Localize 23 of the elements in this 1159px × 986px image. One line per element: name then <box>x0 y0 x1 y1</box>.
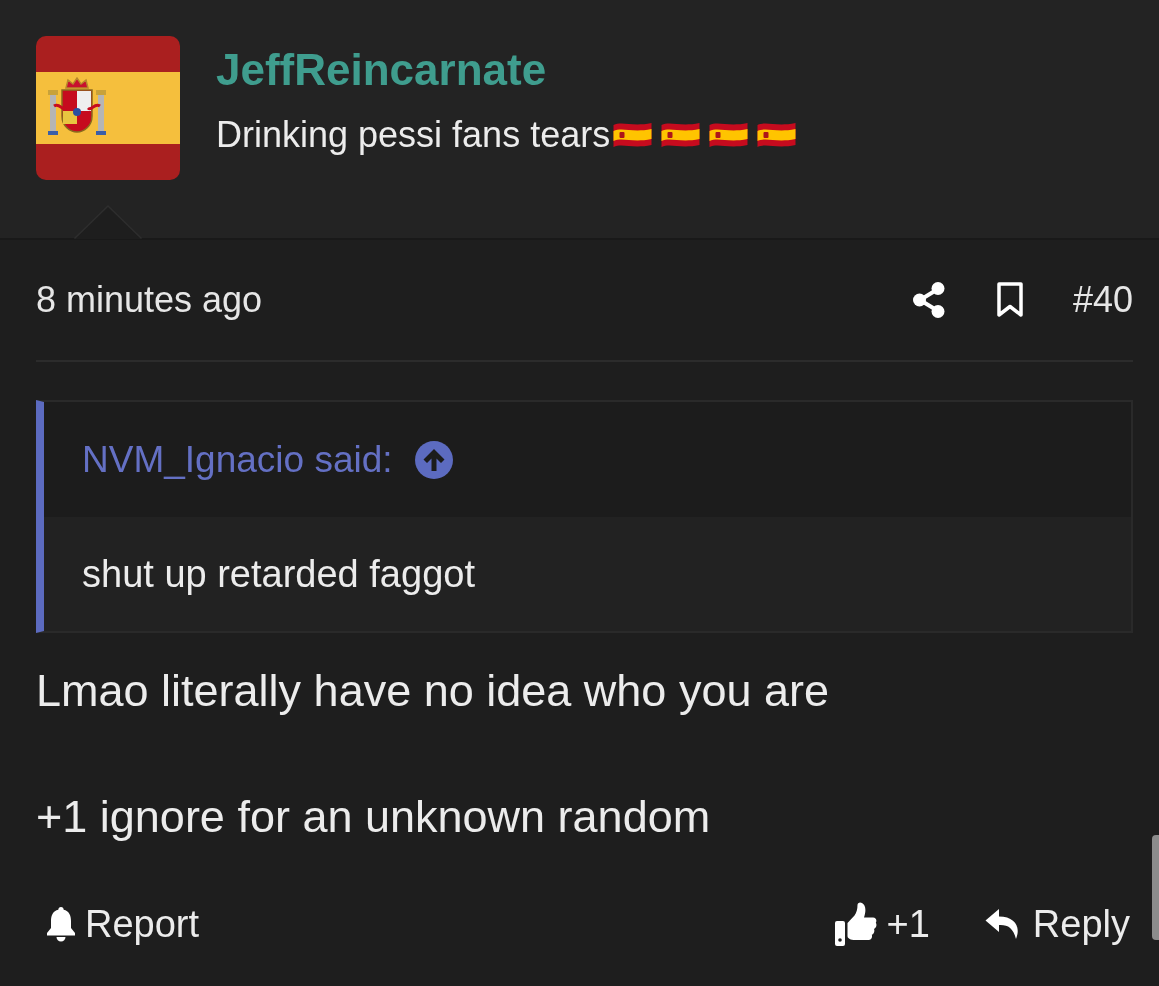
arrow-up-circle-icon[interactable] <box>414 440 453 479</box>
flag-icon <box>756 121 798 149</box>
quote-text: shut up retarded faggot <box>82 552 475 596</box>
flag-avatar[interactable] <box>36 36 180 180</box>
flag-icon <box>612 121 654 149</box>
flag-icon <box>660 121 702 149</box>
bookmark-icon[interactable] <box>995 282 1024 318</box>
share-icon[interactable] <box>912 282 945 318</box>
like-button[interactable]: +1 <box>834 902 930 946</box>
quote-author-link[interactable]: NVM_Ignacio said: <box>82 438 393 481</box>
report-button[interactable]: Report <box>45 902 200 946</box>
scrollbar-thumb[interactable] <box>1152 835 1159 940</box>
reply-button[interactable]: Reply <box>984 902 1130 946</box>
reply-icon <box>984 908 1021 940</box>
post-timestamp[interactable]: 8 minutes ago <box>36 279 263 321</box>
flag-icon <box>708 121 750 149</box>
thumbs-up-icon <box>834 902 877 946</box>
post-text: +1 ignore for an unknown random <box>36 790 712 844</box>
user-signature: Drinking pessi fans tears <box>216 113 611 157</box>
bell-icon <box>45 906 77 942</box>
post-number-link[interactable]: #40 <box>1072 279 1133 321</box>
post-text: Lmao literally have no idea who you are <box>36 664 830 718</box>
username-link[interactable]: JeffReincarnate <box>216 44 547 96</box>
